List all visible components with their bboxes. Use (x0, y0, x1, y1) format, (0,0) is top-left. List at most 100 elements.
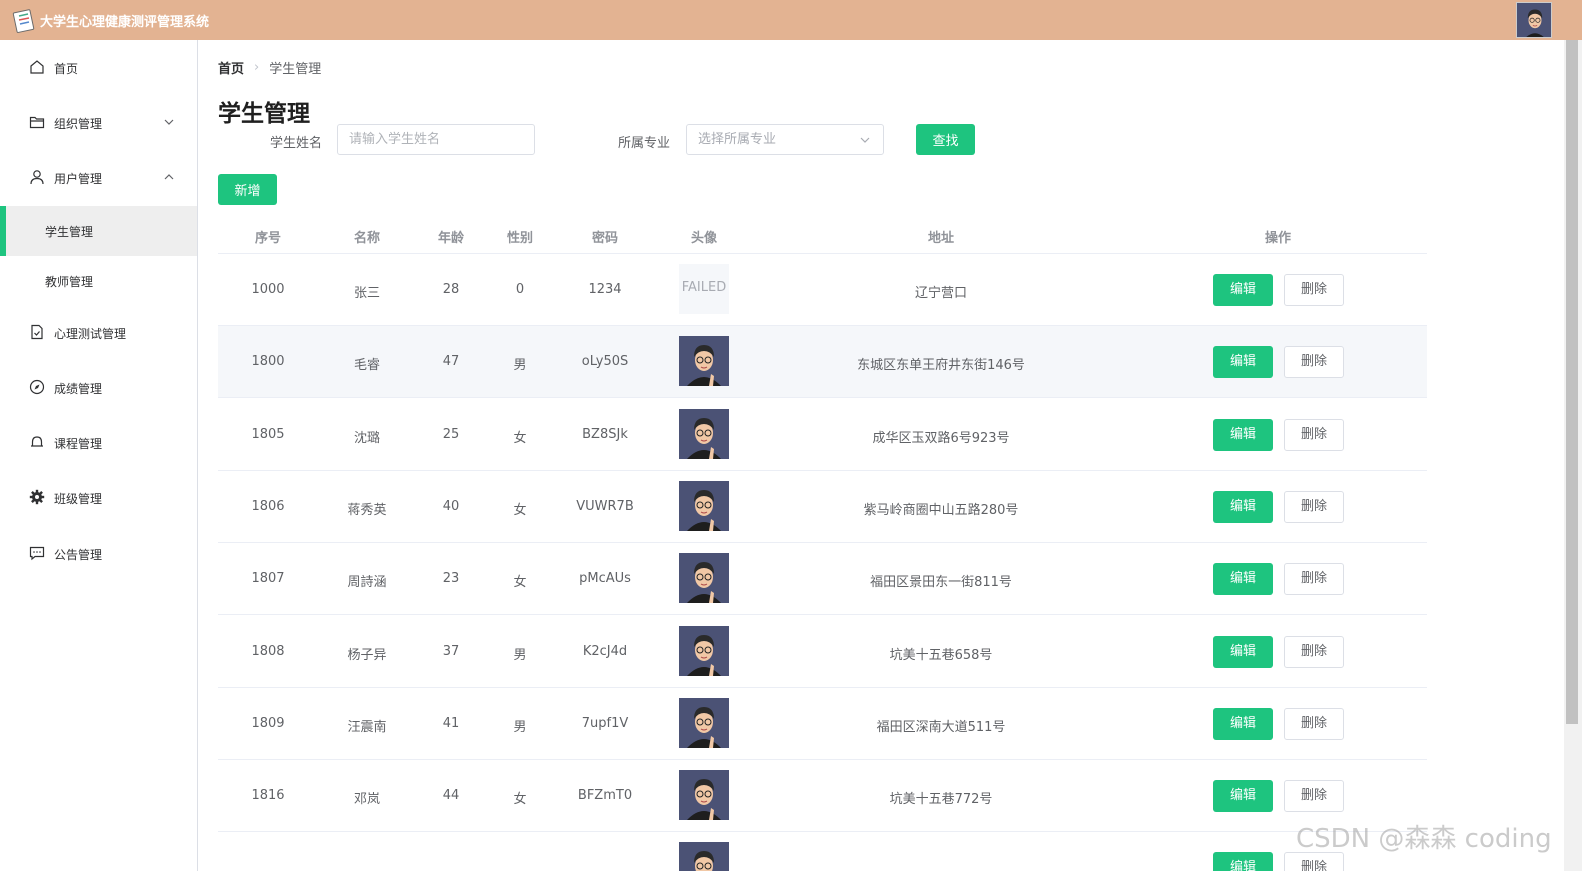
avatar-image (679, 697, 729, 748)
table-row: 1806 蒋秀英 40 女 VUWR7B 紫马岭商圈中山五路280号 编辑 删除 (218, 471, 1427, 543)
delete-button[interactable]: 删除 (1284, 274, 1344, 306)
page-title: 学生管理 (218, 101, 310, 127)
cell-gender: 女 (513, 575, 527, 591)
sidebar-item-label: 首页 (54, 62, 79, 76)
major-select[interactable]: 选择所属专业 (686, 124, 884, 155)
table-row: 1808 杨子异 37 男 K2cJ4d 坑美十五巷658号 编辑 删除 (218, 616, 1427, 688)
sidebar-item-teacher-management[interactable]: 教师管理 (0, 256, 197, 306)
cell-age: 40 (442, 498, 460, 514)
cell-password: VUWR7B (576, 498, 634, 514)
cell-address: 坑美十五巷772号 (889, 792, 993, 808)
cell-address: 东城区东单王府井东街146号 (857, 358, 1025, 374)
chevron-down-icon (860, 137, 870, 143)
column-header-actions: 操作 (1264, 231, 1292, 246)
delete-button[interactable]: 删除 (1284, 852, 1344, 871)
edit-button[interactable]: 编辑 (1213, 490, 1273, 523)
edit-button[interactable]: 编辑 (1213, 780, 1273, 813)
delete-button[interactable]: 删除 (1284, 418, 1344, 451)
cell-id: 1816 (251, 788, 285, 804)
sidebar-item-home[interactable]: 首页 (0, 42, 197, 92)
cell-address: 紫马岭商圈中山五路280号 (863, 502, 1019, 518)
student-table: 序号 名称 年龄 性别 密码 头像 地址 操作 1000 张三 28 0 1234 辽宁营… (218, 215, 1427, 871)
edit-button[interactable]: 编辑 (1213, 852, 1273, 871)
cell-id: 1000 (251, 282, 285, 297)
sidebar-item-organization[interactable]: 组织管理 (0, 97, 197, 147)
cell-gender: 男 (513, 358, 527, 374)
cell-name: 蒋秀英 (347, 502, 387, 518)
cell-address: 福田区深南大道511号 (876, 719, 1006, 735)
cell-name: 汪震南 (347, 719, 387, 735)
table-row: 1809 汪震南 41 男 7upf1V 福田区深南大道511号 编辑 删除 (218, 688, 1427, 760)
user-icon (30, 170, 44, 185)
sidebar-item-classes[interactable]: 班级管理 (0, 472, 197, 522)
cell-age: 44 (442, 788, 460, 804)
sidebar-item-announcements[interactable]: 公告管理 (0, 528, 197, 578)
avatar-image (679, 842, 729, 871)
chevron-up-icon (164, 174, 174, 180)
avatar-image (679, 408, 729, 459)
column-header-age: 年龄 (437, 231, 465, 246)
sidebar-item-users[interactable]: 用户管理 (0, 152, 197, 202)
avatar-image-failed: FAILED (679, 264, 729, 314)
edit-button[interactable]: 编辑 (1213, 635, 1273, 668)
sidebar-item-label: 成绩管理 (54, 382, 103, 396)
main-content: 首页 › 学生管理 学生管理 学生姓名 所属专业 选择所属专业 查找 新增 序号… (198, 40, 1564, 871)
sidebar-subitem-label: 学生管理 (45, 225, 94, 239)
cell-address: 福田区景田东一街811号 (870, 575, 1012, 591)
sidebar-item-psych-test[interactable]: 心理测试管理 (0, 307, 197, 357)
app-title: 大学生心理健康测评管理系统 (40, 15, 210, 30)
column-header-avatar: 头像 (690, 231, 718, 246)
chat-icon (29, 546, 45, 561)
avatar-image (679, 336, 729, 387)
sidebar: 首页 组织管理 用户管理 学生管理 教师管理 心理测试管理 成绩管理 课程管理 … (0, 40, 198, 871)
cell-age: 41 (442, 715, 460, 731)
delete-button[interactable]: 删除 (1284, 707, 1344, 740)
cell-address: 成华区玉双路6号923号 (872, 430, 1010, 446)
cell-id: 1800 (251, 354, 285, 370)
table-row: 1816 邓岚 44 女 BFZmT0 坑美十五巷772号 编辑 删除 (218, 760, 1427, 833)
cell-password: 1234 (588, 282, 622, 297)
scrollbar-thumb[interactable] (1566, 40, 1578, 724)
edit-button[interactable]: 编辑 (1213, 346, 1273, 379)
table-row: 1000 张三 28 0 1234 辽宁营口 FAILED 编辑 删除 (218, 254, 1427, 326)
cell-gender: 0 (515, 282, 525, 297)
breadcrumb: 首页 › 学生管理 (218, 58, 321, 77)
cell-name: 周詩涵 (347, 575, 387, 591)
cell-name: 杨子异 (347, 647, 387, 663)
delete-button[interactable]: 删除 (1284, 780, 1344, 813)
add-button[interactable]: 新增 (218, 174, 277, 205)
table-row: 1807 周詩涵 23 女 pMcAUs 福田区景田东一街811号 编辑 删除 (218, 543, 1427, 616)
edit-button[interactable]: 编辑 (1213, 563, 1273, 596)
edit-button[interactable]: 编辑 (1213, 418, 1273, 451)
cell-password: pMcAUs (579, 571, 631, 587)
cell-gender: 女 (513, 430, 527, 446)
search-button[interactable]: 查找 (916, 124, 975, 155)
logo-icon (12, 9, 35, 33)
table-row: 1805 沈璐 25 女 BZ8SJk 成华区玉双路6号923号 编辑 删除 (218, 399, 1427, 471)
edit-button[interactable]: 编辑 (1213, 707, 1273, 740)
user-avatar[interactable] (1516, 2, 1552, 38)
avatar-image (679, 480, 729, 531)
sidebar-item-courses[interactable]: 课程管理 (0, 417, 197, 467)
cell-gender: 男 (513, 647, 527, 663)
delete-button[interactable]: 删除 (1284, 635, 1344, 668)
folder-icon (29, 116, 45, 129)
sidebar-item-student-management[interactable]: 学生管理 (0, 206, 197, 256)
cell-id: 1808 (251, 643, 285, 659)
delete-button[interactable]: 删除 (1284, 346, 1344, 379)
breadcrumb-separator-icon: › (254, 60, 260, 75)
sidebar-item-label: 班级管理 (54, 492, 103, 506)
sidebar-subitem-label: 教师管理 (45, 275, 94, 289)
home-icon (30, 60, 44, 74)
delete-button[interactable]: 删除 (1284, 490, 1344, 523)
sidebar-item-label: 心理测试管理 (54, 327, 127, 341)
delete-button[interactable]: 删除 (1284, 563, 1344, 596)
student-name-input[interactable] (337, 124, 535, 155)
cell-id: 1809 (251, 715, 285, 731)
top-bar: 大学生心理健康测评管理系统 (0, 0, 1582, 40)
sidebar-item-grades[interactable]: 成绩管理 (0, 362, 197, 412)
edit-button[interactable]: 编辑 (1213, 274, 1273, 306)
breadcrumb-home[interactable]: 首页 (218, 58, 244, 77)
table-row: 编辑 删除 (218, 832, 1427, 871)
watermark: CSDN @森森 coding (1296, 824, 1552, 854)
